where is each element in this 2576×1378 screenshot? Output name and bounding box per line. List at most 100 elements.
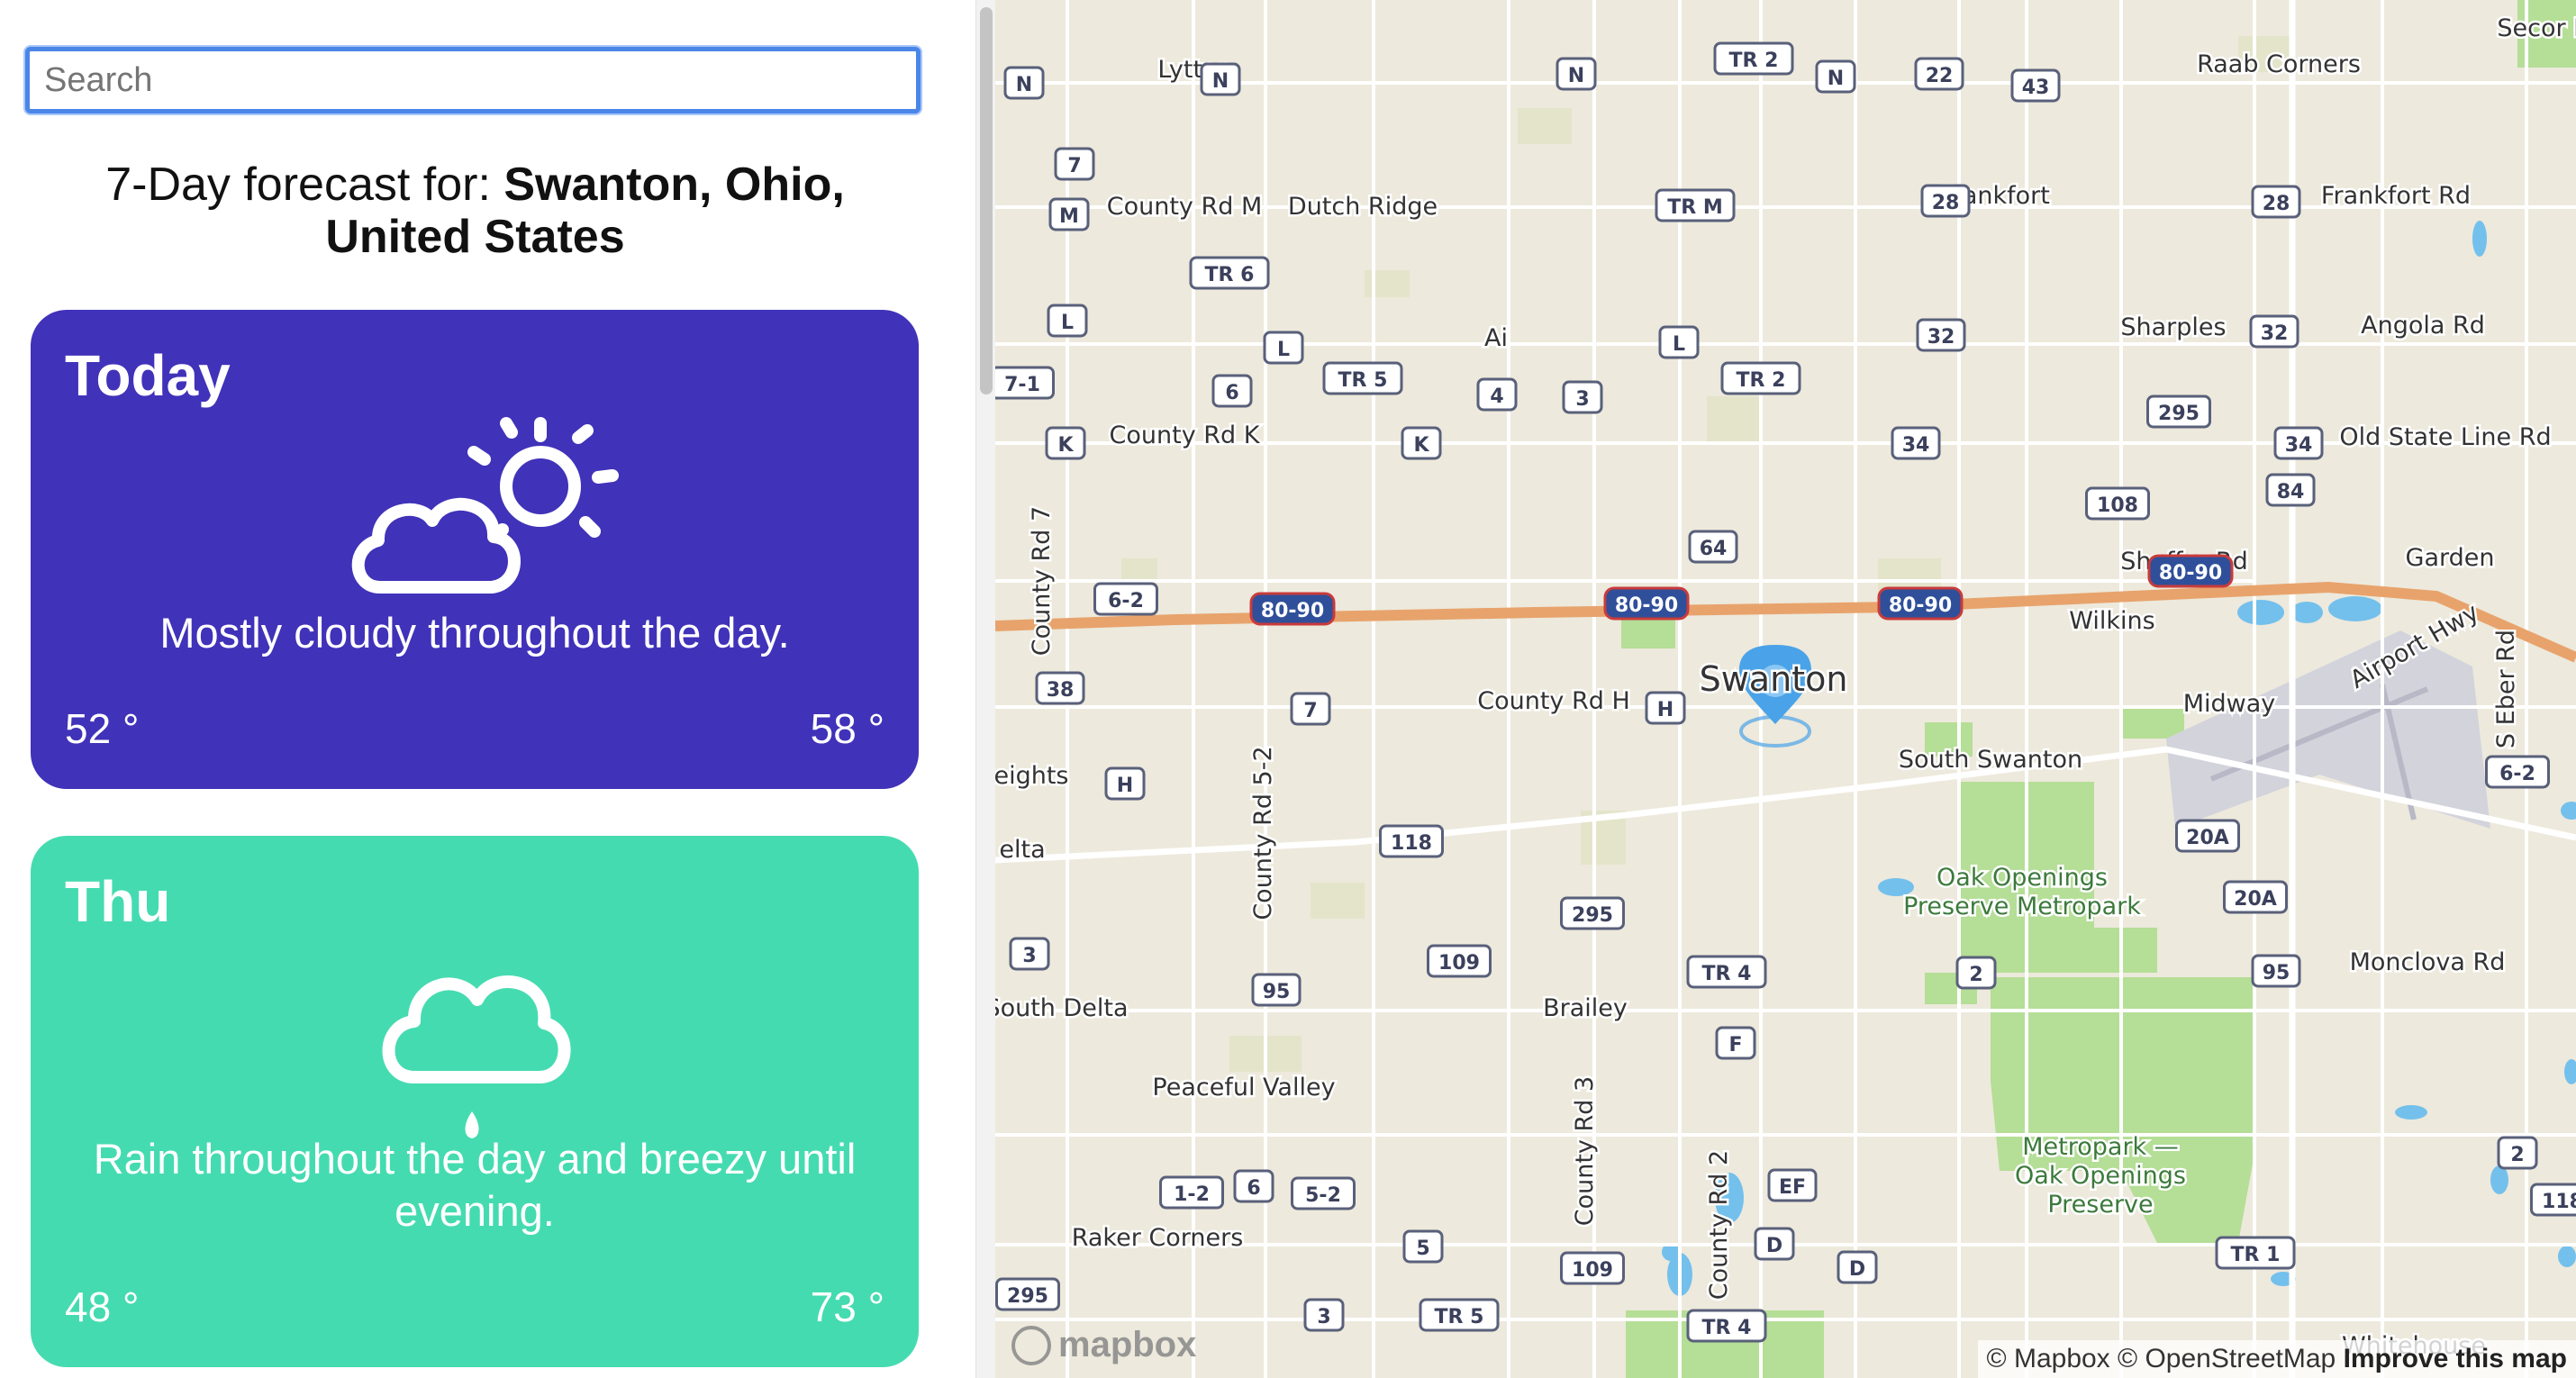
route-shield: 84 xyxy=(2265,473,2316,507)
svg-text:34: 34 xyxy=(1902,434,1930,457)
map-place-label: County Rd 3 xyxy=(1571,1076,1599,1226)
route-shield: TR 2 xyxy=(1713,41,1794,76)
svg-text:2: 2 xyxy=(2510,1144,2524,1166)
svg-text:3: 3 xyxy=(1575,388,1589,411)
map-place-label: Swanton xyxy=(1700,659,1848,699)
svg-text:1-2: 1-2 xyxy=(1174,1183,1210,1206)
map-canvas[interactable]: LyttonRaab CornersSecor MetCounty Rd MDu… xyxy=(995,0,2576,1378)
map-place-label: Ai xyxy=(1484,324,1508,352)
svg-text:32: 32 xyxy=(1927,326,1955,349)
svg-text:28: 28 xyxy=(2263,193,2290,215)
panel-scrollbar[interactable] xyxy=(975,0,996,1378)
map-place-label: eights xyxy=(995,762,1069,790)
svg-text:TR M: TR M xyxy=(1667,196,1723,219)
interstate-shield: 80-90 xyxy=(2147,554,2234,588)
map-view[interactable]: LyttonRaab CornersSecor MetCounty Rd MDu… xyxy=(995,0,2576,1378)
route-shield: TR 5 xyxy=(1322,361,1403,395)
route-shield: TR 4 xyxy=(1686,1309,1767,1343)
svg-text:109: 109 xyxy=(1438,952,1480,975)
forecast-card-today[interactable]: Today Mostly cloudy throughout the day. … xyxy=(31,310,919,789)
svg-text:K: K xyxy=(1057,434,1074,457)
route-shield: H xyxy=(1645,691,1686,725)
card-description: Rain throughout the day and breezy until… xyxy=(93,1135,857,1235)
card-low-temp: 48 ° xyxy=(65,1283,140,1330)
svg-text:118: 118 xyxy=(2542,1191,2576,1213)
svg-text:6: 6 xyxy=(1225,382,1238,404)
route-shield: 22 xyxy=(1914,57,1964,91)
route-shield: TR 2 xyxy=(1720,361,1801,395)
map-place-label: County Rd M xyxy=(1107,193,1263,221)
map-place-label: County Rd 7 xyxy=(1028,506,1056,656)
map-place-label: Frankfort Rd xyxy=(2321,182,2471,210)
route-shield: L xyxy=(1263,331,1304,365)
map-place-label: Dutch Ridge xyxy=(1288,193,1438,221)
route-shield: 6-2 xyxy=(2485,755,2550,789)
map-place-label: Midway xyxy=(2183,690,2276,718)
svg-text:L: L xyxy=(1673,333,1685,356)
route-shield: 109 xyxy=(1427,944,1492,978)
map-place-label: County Rd 2 xyxy=(1705,1150,1733,1300)
svg-text:L: L xyxy=(1277,339,1290,361)
route-shield: 3 xyxy=(1562,380,1603,414)
svg-text:TR 2: TR 2 xyxy=(1729,50,1779,72)
route-shield: 2 xyxy=(1955,956,1997,990)
route-shield: 95 xyxy=(1251,973,1302,1007)
map-place-label: S Eber Rd xyxy=(2492,630,2520,748)
svg-text:38: 38 xyxy=(1047,679,1075,702)
mapbox-logo-icon xyxy=(1011,1325,1051,1365)
scrollbar-thumb[interactable] xyxy=(980,7,993,394)
partly-cloudy-icon xyxy=(351,417,619,594)
svg-text:109: 109 xyxy=(1572,1259,1613,1282)
svg-text:22: 22 xyxy=(1926,65,1954,87)
route-shield: 1-2 xyxy=(1159,1175,1224,1210)
forecast-panel: 7-Day forecast for: Swanton, Ohio, Unite… xyxy=(0,0,977,1378)
svg-text:20A: 20A xyxy=(2234,888,2277,911)
svg-text:N: N xyxy=(1828,68,1844,90)
route-shield: 6 xyxy=(1233,1169,1274,1203)
route-shield: 32 xyxy=(1916,318,1966,352)
map-place-label: elta xyxy=(999,836,1045,864)
route-shield: 4 xyxy=(1476,377,1518,412)
route-shield: 3 xyxy=(1009,937,1050,971)
interstate-shield: 80-90 xyxy=(1877,586,1964,621)
map-place-label: Brailey xyxy=(1543,994,1628,1022)
svg-text:7-1: 7-1 xyxy=(1004,374,1040,396)
forecast-card-thu[interactable]: Thu Rain throughout the day and breezy u… xyxy=(31,836,919,1367)
route-shield: TR M xyxy=(1655,188,1736,222)
route-shield: EF xyxy=(1767,1168,1818,1202)
route-shield: 7 xyxy=(1054,147,1095,181)
card-high-temp: 58 ° xyxy=(810,705,884,752)
route-shield: TR 4 xyxy=(1686,955,1767,989)
map-place-label: South Swanton xyxy=(1899,746,2082,774)
route-shield: 295 xyxy=(2146,394,2211,429)
heading-prefix: 7-Day forecast for: xyxy=(105,159,504,211)
route-shield: 7-1 xyxy=(995,366,1055,400)
svg-text:2: 2 xyxy=(1969,964,1982,986)
route-shield: D xyxy=(1754,1227,1795,1261)
svg-text:108: 108 xyxy=(2097,494,2138,517)
route-shield: 20A xyxy=(2223,880,2288,914)
route-shield: D xyxy=(1837,1250,1878,1284)
svg-text:6-2: 6-2 xyxy=(2499,763,2535,785)
route-shield: 32 xyxy=(2249,314,2299,349)
route-shield: 95 xyxy=(2251,954,2301,988)
improve-map-link[interactable]: Improve this map xyxy=(2344,1344,2567,1373)
route-shield: 64 xyxy=(1688,530,1738,564)
svg-text:295: 295 xyxy=(1007,1285,1048,1308)
card-low-temp: 52 ° xyxy=(65,705,140,752)
route-shield: 6 xyxy=(1211,374,1253,408)
map-place-label: Monclova Rd xyxy=(2350,948,2506,976)
route-shield: TR 1 xyxy=(2215,1236,2296,1270)
svg-text:20A: 20A xyxy=(2186,827,2229,849)
map-place-label: Garden xyxy=(2406,544,2495,572)
route-shield: TR 6 xyxy=(1189,256,1270,290)
svg-text:80-90: 80-90 xyxy=(2159,562,2222,585)
svg-text:3: 3 xyxy=(1022,945,1036,967)
search-input[interactable] xyxy=(25,47,921,113)
svg-text:80-90: 80-90 xyxy=(1261,600,1324,622)
route-shield: 7 xyxy=(1290,692,1331,726)
map-place-label: Old State Line Rd xyxy=(2339,423,2551,451)
route-shield: 2 xyxy=(2497,1136,2538,1170)
route-shield: K xyxy=(1401,426,1442,460)
route-shield: 5-2 xyxy=(1291,1176,1356,1210)
